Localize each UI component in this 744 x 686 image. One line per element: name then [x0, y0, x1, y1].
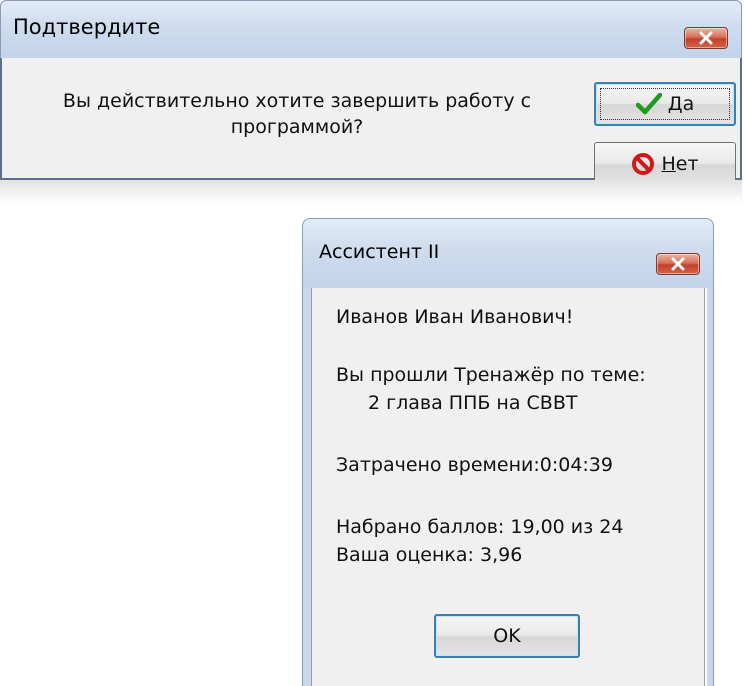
time-spent-text: Затрачено времени:0:04:39 — [336, 454, 613, 476]
confirm-close-button[interactable] — [684, 27, 728, 49]
close-icon — [699, 31, 713, 45]
assistant-dialog-title: Ассистент II — [319, 241, 440, 263]
no-button-label: Нет — [661, 153, 699, 175]
confirm-dialog-title: Подтвердите — [13, 15, 161, 39]
grade-text: Ваша оценка: 3,96 — [336, 544, 523, 566]
assistant-dialog-body: Иванов Иван Иванович! Вы прошли Тренажёр… — [311, 288, 705, 686]
passed-text: Вы прошли Тренажёр по теме: — [336, 364, 646, 386]
confirm-dialog: Подтвердите Вы действительно хотите заве… — [0, 0, 742, 204]
assistant-dialog-titlebar[interactable]: Ассистент II — [302, 218, 714, 288]
student-name: Иванов Иван Иванович! — [336, 306, 574, 328]
dialog-shadow — [0, 180, 742, 204]
assistant-dialog: Ассистент II Иванов Иван Иванович! Вы пр… — [302, 218, 714, 686]
close-icon — [671, 257, 685, 271]
ok-button[interactable]: OK — [434, 614, 580, 658]
focus-ring — [600, 88, 730, 120]
topic-text: 2 глава ППБ на СВВТ — [368, 392, 578, 414]
confirm-message-line-1: Вы действительно хотите завершить работу… — [62, 90, 532, 112]
yes-button[interactable]: Да — [594, 82, 736, 126]
confirm-message-line-2: программой? — [230, 116, 364, 138]
assistant-dialog-frame: Иванов Иван Иванович! Вы прошли Тренажёр… — [302, 288, 714, 686]
confirm-dialog-titlebar[interactable]: Подтвердите — [0, 0, 742, 58]
score-text: Набрано баллов: 19,00 из 24 — [336, 516, 624, 538]
confirm-message: Вы действительно хотите завершить работу… — [32, 88, 562, 140]
prohibited-icon — [632, 153, 655, 175]
assistant-close-button[interactable] — [656, 253, 700, 275]
confirm-dialog-body: Вы действительно хотите завершить работу… — [0, 58, 742, 186]
ok-button-label: OK — [493, 625, 521, 647]
